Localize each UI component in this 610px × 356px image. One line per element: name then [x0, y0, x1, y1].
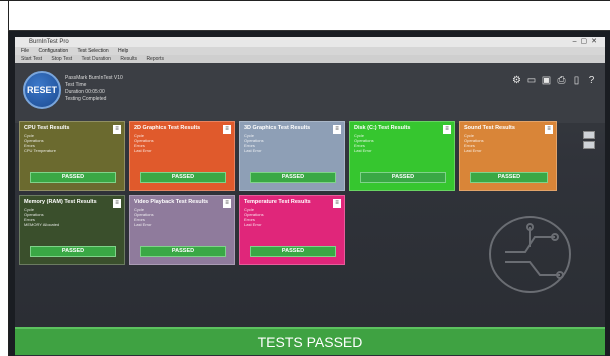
passed-badge: PASSED	[140, 246, 226, 257]
tile-title: 2D Graphics Test Results	[134, 125, 201, 131]
tile-disk[interactable]: Disk (C:) Test Results Cycle Operations …	[349, 121, 455, 191]
tile-title: Video Playback Test Results	[134, 199, 209, 205]
window-title: BurnInTest Pro	[29, 39, 69, 45]
reset-logo: RESET	[23, 71, 61, 109]
test-info: PassMark BurnInTest V10 Test Time Durati…	[65, 75, 123, 103]
circuit-graphic	[488, 215, 572, 294]
tile-video-playback[interactable]: Video Playback Test Results Cycle Operat…	[129, 195, 235, 265]
tile-details: Cycle Operations Errors CPU Temperature	[24, 133, 56, 153]
top-border	[0, 0, 610, 1]
toolbar-results[interactable]: Results	[120, 56, 137, 62]
tile-details: Cycle Operations Errors Last Error	[134, 207, 154, 227]
tile-title: CPU Test Results	[24, 125, 70, 131]
toolbar-start[interactable]: Start Test	[21, 56, 42, 62]
tile-details: Cycle Operations Errors Last Error	[464, 133, 484, 153]
info-line: Test Time	[65, 82, 87, 88]
report-icon[interactable]: ≡	[113, 125, 121, 134]
passed-badge: PASSED	[469, 172, 549, 183]
tile-cpu[interactable]: CPU Test Results Cycle Operations Errors…	[19, 121, 125, 191]
title-bar: BurnInTest Pro –▢✕	[15, 37, 605, 47]
tile-title: Memory (RAM) Test Results	[24, 199, 97, 205]
tile-title: 3D Graphics Test Results	[244, 125, 311, 131]
grid-view-icon[interactable]	[583, 131, 595, 139]
menu-file[interactable]: File	[21, 48, 29, 54]
save-icon[interactable]: ▣	[541, 75, 552, 86]
report-icon[interactable]: ≡	[223, 199, 231, 208]
tile-title: Temperature Test Results	[244, 199, 311, 205]
monitor-icon[interactable]: ▭	[526, 75, 537, 86]
app-window: BurnInTest Pro –▢✕ File Configuration Te…	[15, 37, 605, 356]
info-line: Testing Completed	[65, 96, 107, 102]
report-icon[interactable]: ≡	[223, 125, 231, 134]
toolbar-reports[interactable]: Reports	[146, 56, 164, 62]
report-icon[interactable]: ≡	[333, 199, 341, 208]
tile-details: Cycle Operations Errors Last Error	[244, 207, 264, 227]
menu-help[interactable]: Help	[118, 48, 128, 54]
header-icons: ⚙ ▭ ▣ ⎙ ▯ ?	[511, 75, 597, 86]
passed-badge: PASSED	[360, 172, 446, 183]
list-view-icon[interactable]	[583, 141, 595, 149]
tile-title: Sound Test Results	[464, 125, 515, 131]
help-icon[interactable]: ?	[586, 75, 597, 86]
menu-configuration[interactable]: Configuration	[38, 48, 68, 54]
info-line: PassMark BurnInTest V10	[65, 75, 123, 81]
tile-2d-graphics[interactable]: 2D Graphics Test Results Cycle Operation…	[129, 121, 235, 191]
view-toggle	[583, 131, 595, 149]
tile-memory[interactable]: Memory (RAM) Test Results Cycle Operatio…	[19, 195, 125, 265]
window-controls[interactable]: –▢✕	[573, 37, 601, 47]
tile-details: Cycle Operations Errors MEMORY Allocated	[24, 207, 60, 227]
menu-test-selection[interactable]: Test Selection	[78, 48, 109, 54]
tool-bar: Start Test Stop Test Test Duration Resul…	[15, 55, 605, 63]
passed-badge: PASSED	[250, 172, 336, 183]
passed-badge: PASSED	[250, 246, 336, 257]
settings-icon[interactable]: ⚙	[511, 75, 522, 86]
tile-title: Disk (C:) Test Results	[354, 125, 411, 131]
passed-badge: PASSED	[140, 172, 226, 183]
tile-temperature[interactable]: Temperature Test Results Cycle Operation…	[239, 195, 345, 265]
info-line: Duration 00:05:00	[65, 89, 105, 95]
tile-details: Cycle Operations Errors Last Error	[134, 133, 154, 153]
tests-passed-banner: TESTS PASSED	[15, 327, 605, 355]
passed-badge: PASSED	[30, 246, 116, 257]
report-icon[interactable]: ≡	[545, 125, 553, 134]
passed-badge: PASSED	[30, 172, 116, 183]
tile-3d-graphics[interactable]: 3D Graphics Test Results Cycle Operation…	[239, 121, 345, 191]
tile-details: Cycle Operations Errors Last Error	[354, 133, 374, 153]
print-icon[interactable]: ⎙	[556, 75, 567, 86]
toolbar-stop[interactable]: Stop Test	[51, 56, 72, 62]
toolbar-duration[interactable]: Test Duration	[82, 56, 111, 62]
report-icon[interactable]: ≡	[443, 125, 451, 134]
menu-bar: File Configuration Test Selection Help	[15, 47, 605, 55]
monitor-bezel: BurnInTest Pro –▢✕ File Configuration Te…	[9, 31, 610, 356]
header-panel: RESET PassMark BurnInTest V10 Test Time …	[15, 63, 605, 149]
clear-icon[interactable]: ▯	[571, 75, 582, 86]
report-icon[interactable]: ≡	[333, 125, 341, 134]
tile-sound[interactable]: Sound Test Results Cycle Operations Erro…	[459, 121, 557, 191]
tile-details: Cycle Operations Errors Last Error	[244, 133, 264, 153]
report-icon[interactable]: ≡	[113, 199, 121, 208]
